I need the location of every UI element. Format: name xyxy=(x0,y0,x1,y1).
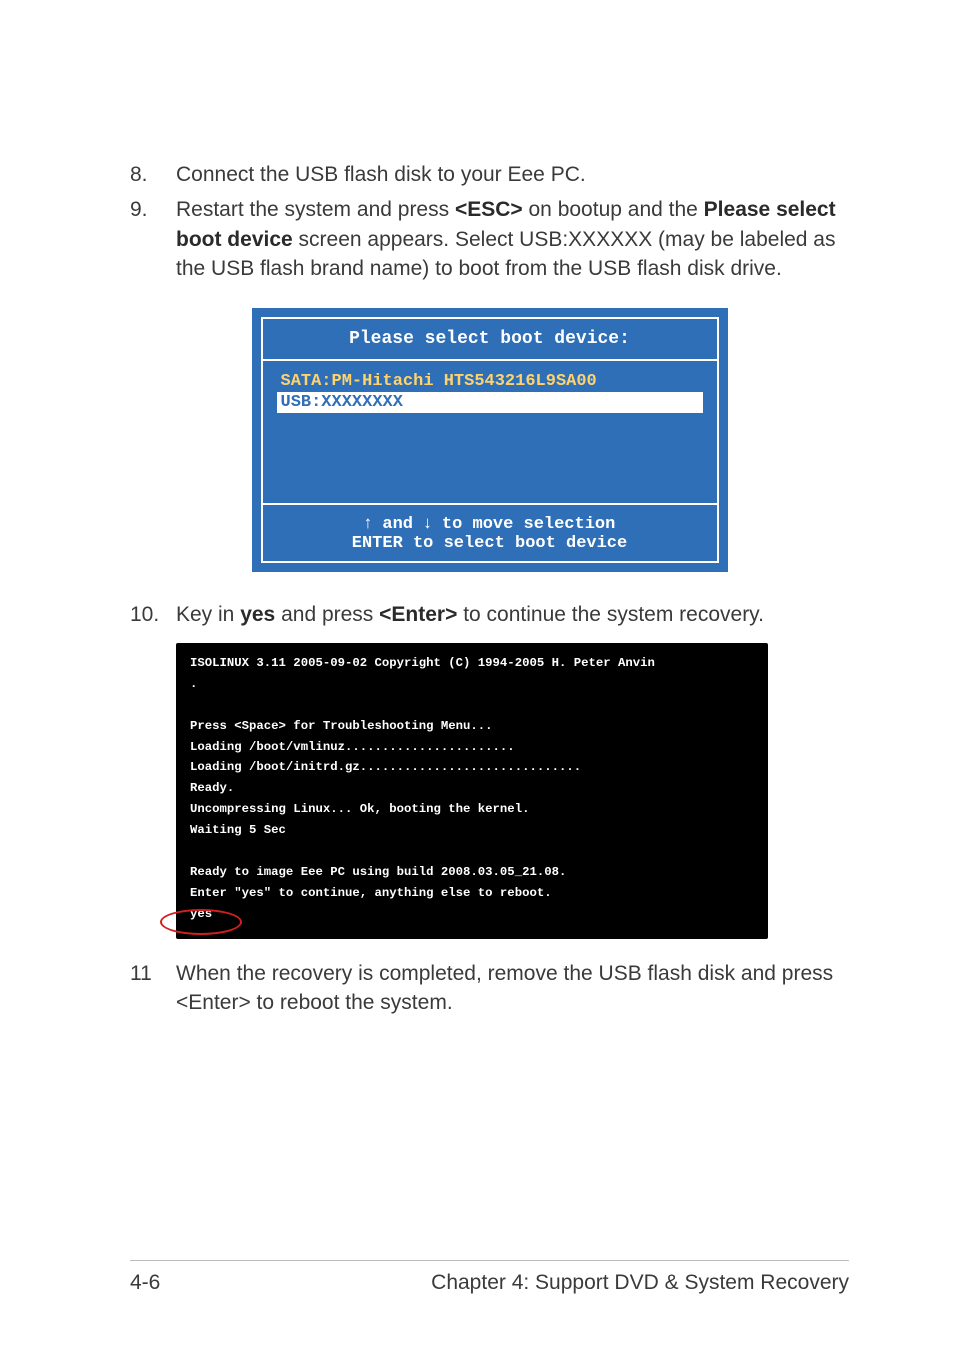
boot-dialog-title: Please select boot device: xyxy=(263,319,717,359)
text-fragment: on bootup and the xyxy=(523,198,704,221)
boot-device-list: SATA:PM-Hitachi HTS543216L9SA00 USB:XXXX… xyxy=(263,361,717,503)
step-text: Connect the USB flash disk to your Eee P… xyxy=(176,160,849,189)
boot-footer-line2: ENTER to select boot device xyxy=(263,534,717,553)
arrow-down-icon: ↓ xyxy=(423,513,432,533)
text-fragment: and press xyxy=(275,603,379,626)
chapter-title: Chapter 4: Support DVD & System Recovery xyxy=(431,1271,849,1295)
text-fragment: and xyxy=(372,515,423,534)
step-number: 11 xyxy=(130,959,176,988)
step-11: 11 When the recovery is completed, remov… xyxy=(130,959,849,1018)
arrow-up-icon: ↑ xyxy=(364,513,373,533)
text-fragment: to move selection xyxy=(432,515,616,534)
step-number: 9. xyxy=(130,195,176,224)
terminal-output: ISOLINUX 3.11 2005-09-02 Copyright (C) 1… xyxy=(190,653,754,925)
step-number: 8. xyxy=(130,160,176,189)
key-esc: <ESC> xyxy=(455,198,523,221)
key-enter: <Enter> xyxy=(379,603,457,626)
text-fragment: to continue the system recovery. xyxy=(457,603,764,626)
boot-dialog-inner: Please select boot device: SATA:PM-Hitac… xyxy=(261,317,719,563)
text-fragment: Key in xyxy=(176,603,240,626)
page-number: 4-6 xyxy=(130,1271,160,1295)
page-footer: 4-6 Chapter 4: Support DVD & System Reco… xyxy=(130,1260,849,1295)
step-9: 9. Restart the system and press <ESC> on… xyxy=(130,195,849,283)
text-fragment: Restart the system and press xyxy=(176,198,455,221)
step-text: When the recovery is completed, remove t… xyxy=(176,959,849,1018)
step-8: 8. Connect the USB flash disk to your Ee… xyxy=(130,160,849,189)
bold-yes: yes xyxy=(240,603,275,626)
footer-divider xyxy=(130,1260,849,1261)
step-text: Key in yes and press <Enter> to continue… xyxy=(176,600,849,629)
boot-device-dialog: Please select boot device: SATA:PM-Hitac… xyxy=(252,308,728,572)
step-number: 10. xyxy=(130,600,176,629)
step-10: 10. Key in yes and press <Enter> to cont… xyxy=(130,600,849,629)
boot-device-item-sata: SATA:PM-Hitachi HTS543216L9SA00 xyxy=(277,371,703,392)
boot-device-item-usb-selected: USB:XXXXXXXX xyxy=(277,392,703,413)
boot-dialog-footer: ↑ and ↓ to move selection ENTER to selec… xyxy=(263,505,717,561)
step-text: Restart the system and press <ESC> on bo… xyxy=(176,195,849,283)
recovery-terminal: ISOLINUX 3.11 2005-09-02 Copyright (C) 1… xyxy=(176,643,768,939)
